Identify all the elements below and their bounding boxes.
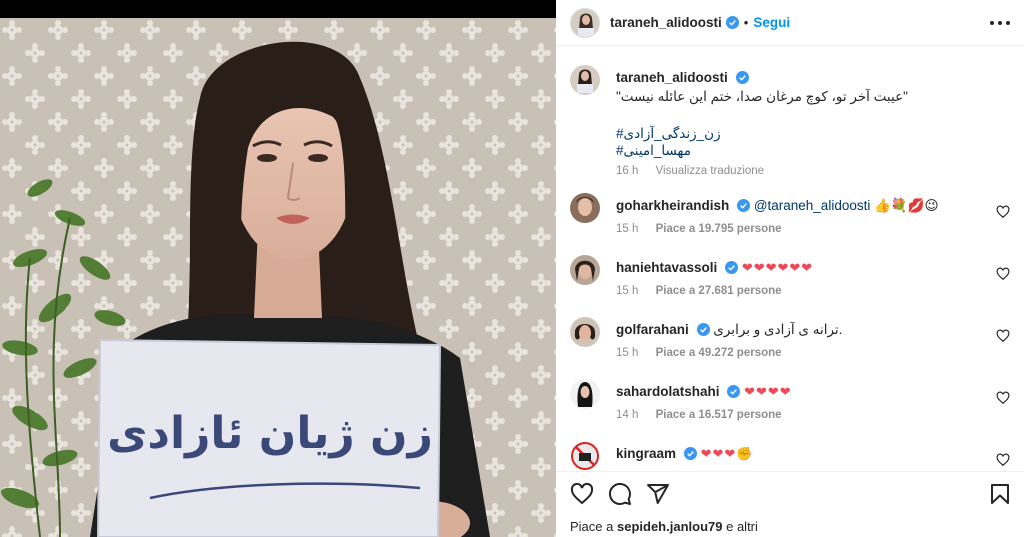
comment-username[interactable]: haniehtavassoli [616,260,717,275]
comment-avatar[interactable] [570,379,600,409]
comment-row: goharkheirandish @taraneh_alidoosti 👍💐💋😉… [570,193,1010,245]
verified-badge-icon [737,199,751,212]
comment-row: sahardolatshahi ❤❤❤❤ 14 h Piace a 16.517… [570,379,1010,431]
caption-row: taraneh_alidoosti "عیبت آخر تو، کوچ مرغا… [570,65,1010,195]
comment-username[interactable]: goharkheirandish [616,198,729,213]
comment-icon[interactable] [608,482,632,506]
comment-time: 14 h [616,409,639,421]
caption-text: "عیبت آخر تو، کوچ مرغان صدا، ختم این عائ… [616,89,908,104]
author-username[interactable]: taraneh_alidoosti [610,15,722,30]
comment-username[interactable]: sahardolatshahi [616,384,720,399]
post-likes: Piace a sepideh.janlou79 e altri [570,519,758,534]
post-actions: Piace a sepideh.janlou79 e altri [556,471,1024,537]
comment-avatar[interactable] [570,317,600,347]
comment-row: golfarahani ترانه ی آزادی و برابری. 15 h… [570,317,1010,369]
caption-avatar[interactable] [570,65,600,95]
likes-prefix: Piace a [570,519,614,534]
verified-badge-icon [725,16,739,29]
author-avatar[interactable] [570,7,600,38]
comment-row: kingraam ❤❤❤✊ [570,441,1010,471]
verified-badge-icon [735,71,749,84]
comment-avatar[interactable] [570,441,600,471]
comment-likes[interactable]: Piace a 49.272 persone [656,347,782,359]
caption-username[interactable]: taraneh_alidoosti [616,70,728,85]
photo-image: زن ژیان ئازادی [0,18,556,537]
comment-emoji: 👍💐💋😉 [874,198,939,213]
likes-suffix: e altri [726,519,758,534]
sign-text: زن ژیان ئازادی [107,408,433,459]
save-bookmark-icon[interactable] [988,482,1012,506]
more-options-icon[interactable] [990,14,1010,32]
comment-text: ترانه ی آزادی و برابری. [713,322,843,337]
comment-emoji: ❤❤❤❤❤❤ [741,260,814,275]
comment-emoji: ❤❤❤✊ [700,446,754,461]
hashtag[interactable]: #زن_زندگی_آزادی [616,125,996,142]
translate-link[interactable]: Visualizza traduzione [656,165,764,177]
caption-time: 16 h [616,165,639,177]
verified-badge-icon [727,385,741,398]
comment-username[interactable]: kingraam [616,446,676,461]
separator-dot: • [743,15,749,30]
post-panel: taraneh_alidoosti • Segui taraneh_alidoo… [556,0,1024,537]
comment-time: 15 h [616,347,639,359]
likes-user[interactable]: sepideh.janlou79 [617,519,722,534]
comment-username[interactable]: golfarahani [616,322,689,337]
like-comment-icon[interactable] [996,267,1010,281]
comment-time: 15 h [616,285,639,297]
verified-badge-icon [696,323,710,336]
post-photo[interactable]: زن ژیان ئازادی [0,0,556,537]
follow-button[interactable]: Segui [753,15,790,30]
verified-badge-icon [683,447,697,460]
like-comment-icon[interactable] [996,205,1010,219]
comment-avatar[interactable] [570,193,600,223]
hashtag[interactable]: #مهسا_امینی [616,142,996,159]
like-comment-icon[interactable] [996,391,1010,405]
comment-likes[interactable]: Piace a 19.795 persone [656,223,782,235]
share-icon[interactable] [646,482,670,506]
comments-list[interactable]: taraneh_alidoosti "عیبت آخر تو، کوچ مرغا… [556,47,1024,471]
verified-badge-icon [725,261,739,274]
like-comment-icon[interactable] [996,453,1010,467]
comment-avatar[interactable] [570,255,600,285]
like-comment-icon[interactable] [996,329,1010,343]
comment-likes[interactable]: Piace a 16.517 persone [656,409,782,421]
comment-row: haniehtavassoli ❤❤❤❤❤❤ 15 h Piace a 27.6… [570,255,1010,307]
like-heart-icon[interactable] [570,482,594,506]
comment-time: 15 h [616,223,639,235]
comment-likes[interactable]: Piace a 27.681 persone [656,285,782,297]
comment-emoji: ❤❤❤❤ [744,384,792,399]
post-header: taraneh_alidoosti • Segui [556,0,1024,46]
comment-mention[interactable]: @taraneh_alidoosti [754,198,871,213]
